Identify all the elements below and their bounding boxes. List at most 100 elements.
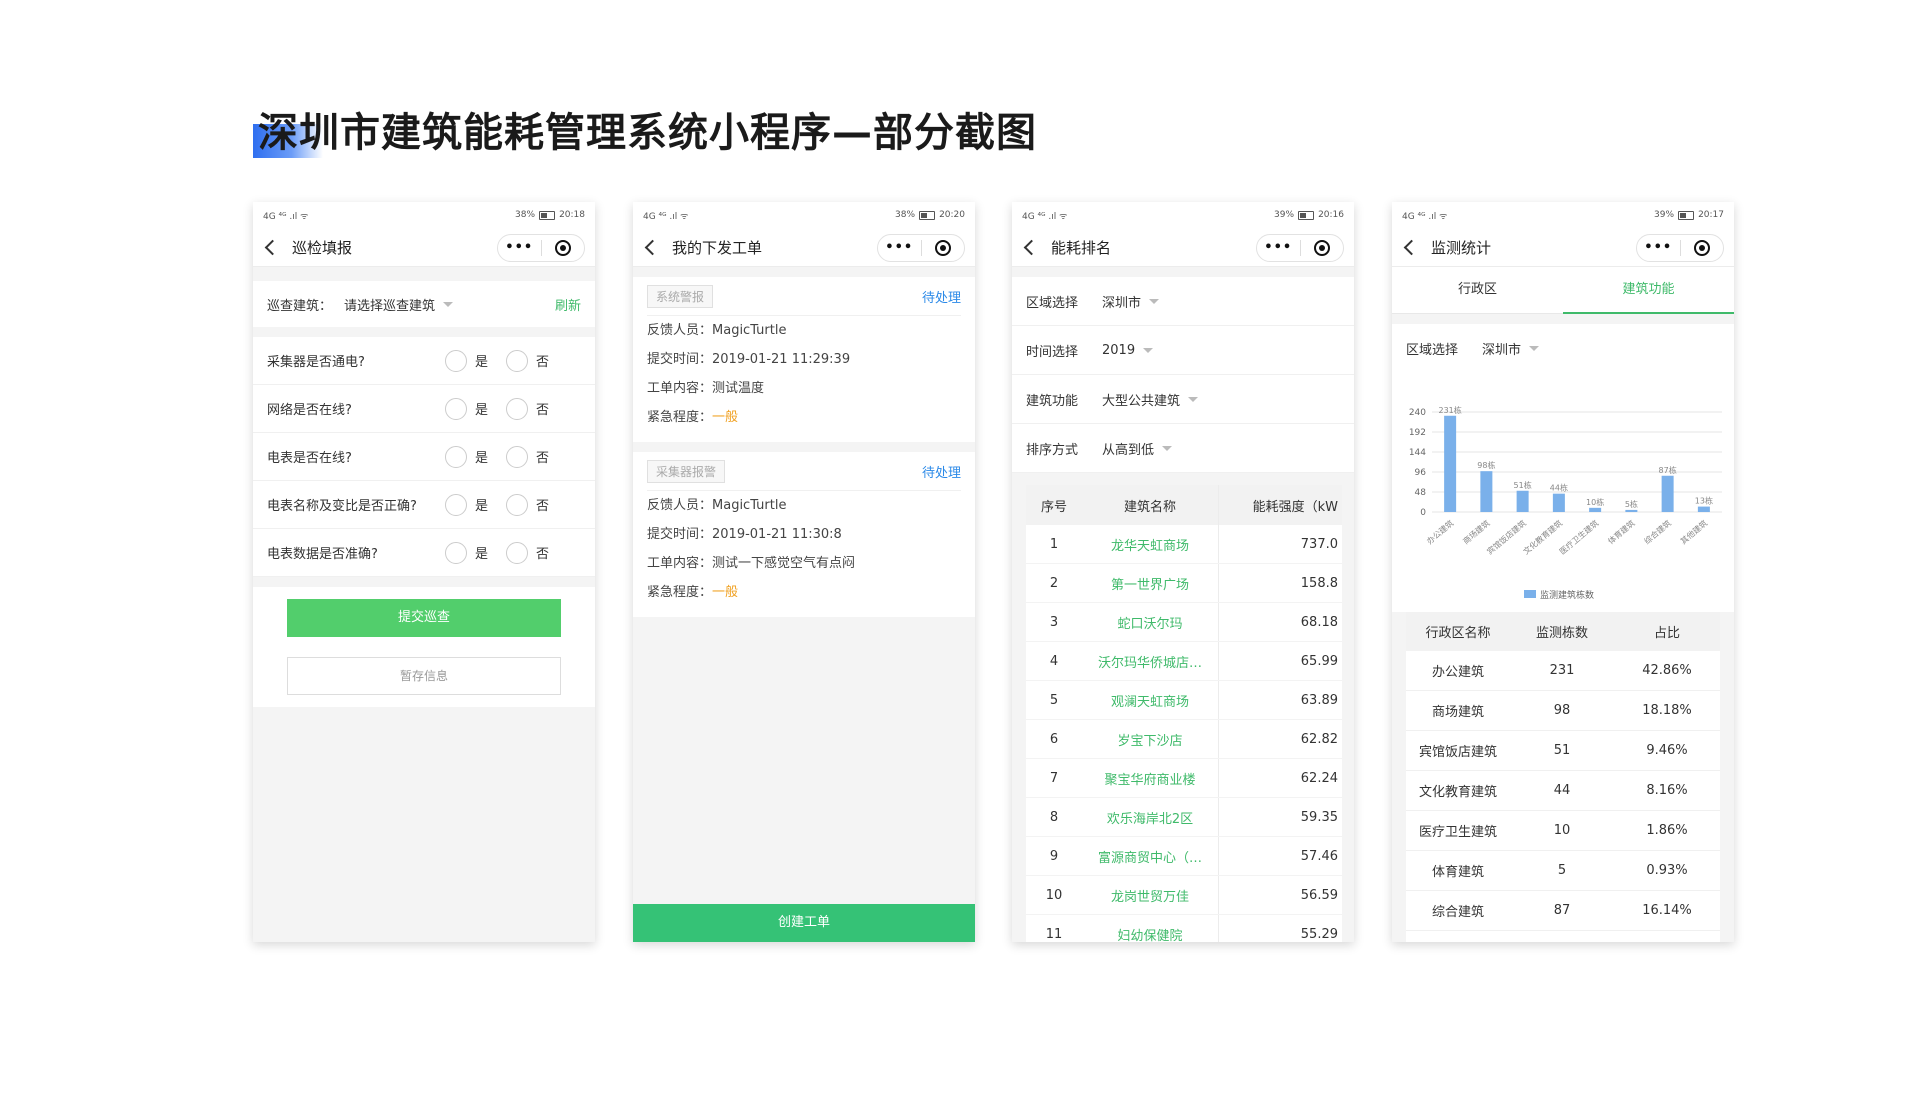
table-row[interactable]: 2 第一世界广场 158.8 bbox=[1026, 564, 1342, 603]
header-name: 行政区名称 bbox=[1425, 626, 1491, 641]
rank-idx: 8 bbox=[1049, 809, 1059, 825]
building-name-link[interactable]: 观澜天虹商场 bbox=[1082, 681, 1219, 719]
work-order-card[interactable]: 系统警报 待处理 反馈人员：MagicTurtle 提交时间：2019-01-21… bbox=[633, 277, 975, 442]
building-name-link[interactable]: 妇幼保健院 bbox=[1082, 915, 1219, 942]
no-label: 否 bbox=[535, 403, 549, 418]
percentage: 8.16% bbox=[1646, 783, 1688, 798]
chart-bar bbox=[1444, 415, 1457, 512]
table-row: 综合建筑 87 16.14% bbox=[1406, 891, 1720, 931]
more-icon[interactable]: ••• bbox=[878, 235, 921, 261]
building-name-link[interactable]: 蛇口沃尔玛 bbox=[1082, 603, 1219, 641]
order-reporter: 反馈人员：MagicTurtle bbox=[647, 491, 961, 520]
close-capsule-button[interactable] bbox=[922, 240, 965, 256]
table-row[interactable]: 6 岁宝下沙店 62.82 bbox=[1026, 720, 1342, 759]
header-name: 建筑名称 bbox=[1082, 485, 1219, 525]
function-name: 办公建筑 bbox=[1431, 665, 1484, 680]
submit-inspection-button[interactable]: 提交巡查 bbox=[287, 599, 561, 637]
more-icon[interactable]: ••• bbox=[498, 235, 541, 261]
order-type-tag: 系统警报 bbox=[647, 284, 714, 308]
radio-yes[interactable] bbox=[444, 397, 467, 420]
back-arrow-icon[interactable] bbox=[264, 239, 281, 255]
question-text: 电表数据是否准确? bbox=[267, 547, 378, 562]
table-row[interactable]: 8 欢乐海岸北2区 59.35 bbox=[1026, 798, 1342, 837]
radio-yes[interactable] bbox=[444, 541, 467, 564]
battery-icon bbox=[919, 210, 936, 220]
header-idx: 序号 bbox=[1040, 499, 1067, 515]
back-arrow-icon[interactable] bbox=[1403, 239, 1420, 255]
function-name: 商场建筑 bbox=[1431, 705, 1484, 720]
table-row[interactable]: 11 妇幼保健院 55.29 bbox=[1026, 915, 1342, 942]
radio-no[interactable] bbox=[505, 541, 528, 564]
close-capsule-button[interactable] bbox=[542, 240, 585, 256]
table-row[interactable]: 3 蛇口沃尔玛 68.18 bbox=[1026, 603, 1342, 642]
radio-no[interactable] bbox=[505, 445, 528, 468]
signal-icon: 4G ⁴ᴳ .ıl ᯤ bbox=[263, 211, 309, 222]
filter-time[interactable]: 时间选择 2019 bbox=[1012, 326, 1354, 375]
percentage: 0.93% bbox=[1646, 863, 1688, 878]
building-name-link[interactable]: 龙岗世贸万佳 bbox=[1082, 876, 1219, 914]
building-name-link[interactable]: 富源商贸中心（… bbox=[1082, 837, 1219, 875]
table-row[interactable]: 9 富源商贸中心（… 57.46 bbox=[1026, 837, 1342, 876]
radio-yes[interactable] bbox=[444, 445, 467, 468]
building-name-link[interactable]: 第一世界广场 bbox=[1082, 564, 1219, 602]
filter-label: 时间选择 bbox=[1026, 344, 1079, 360]
field-value: 2019-01-21 11:30:8 bbox=[712, 527, 842, 542]
field-label: 工单内容： bbox=[647, 556, 713, 571]
radio-yes[interactable] bbox=[444, 493, 467, 516]
status-time: 20:16 bbox=[1318, 210, 1344, 220]
energy-intensity: 57.46 bbox=[1300, 848, 1338, 864]
field-value: MagicTurtle bbox=[712, 323, 787, 338]
table-row[interactable]: 4 沃尔玛华侨城店… 65.99 bbox=[1026, 642, 1342, 681]
x-tick-label: 体育建筑 bbox=[1606, 518, 1637, 546]
battery-percent: 38% bbox=[515, 210, 536, 220]
building-name-link[interactable]: 聚宝华府商业楼 bbox=[1082, 759, 1219, 797]
radio-yes[interactable] bbox=[444, 349, 467, 372]
nav-bar: 能耗排名 ••• bbox=[1012, 228, 1354, 267]
question-row: 采集器是否通电? 是 否 bbox=[253, 337, 595, 385]
create-work-order-button[interactable]: 创建工单 bbox=[633, 904, 975, 942]
data-label: 231栋 bbox=[1438, 405, 1461, 415]
data-label: 10栋 bbox=[1586, 497, 1604, 507]
energy-intensity: 68.18 bbox=[1300, 614, 1338, 630]
question-text: 电表是否在线? bbox=[267, 451, 352, 466]
energy-intensity: 158.8 bbox=[1300, 575, 1338, 591]
battery-icon bbox=[1678, 210, 1695, 220]
x-tick-label: 综合建筑 bbox=[1642, 518, 1673, 546]
table-row[interactable]: 1 龙华天虹商场 737.0 bbox=[1026, 525, 1342, 564]
tab-building-function[interactable]: 建筑功能 bbox=[1563, 267, 1734, 314]
y-tick-label: 192 bbox=[1409, 428, 1426, 438]
filter-function[interactable]: 建筑功能 大型公共建筑 bbox=[1012, 375, 1354, 424]
building-name-link[interactable]: 欢乐海岸北2区 bbox=[1082, 798, 1219, 836]
filter-region[interactable]: 区域选择 深圳市 bbox=[1012, 277, 1354, 326]
more-icon[interactable]: ••• bbox=[1257, 235, 1300, 261]
radio-no[interactable] bbox=[505, 397, 528, 420]
table-row[interactable]: 7 聚宝华府商业楼 62.24 bbox=[1026, 759, 1342, 798]
work-order-card[interactable]: 采集器报警 待处理 反馈人员：MagicTurtle 提交时间：2019-01-2… bbox=[633, 452, 975, 617]
refresh-link[interactable]: 刷新 bbox=[555, 295, 581, 314]
building-name-link[interactable]: 龙华天虹商场 bbox=[1082, 525, 1219, 563]
radio-no[interactable] bbox=[505, 493, 528, 516]
building-name-link[interactable]: 岁宝下沙店 bbox=[1082, 720, 1219, 758]
order-content: 工单内容：测试一下感觉空气有点闷 bbox=[647, 549, 961, 578]
order-time: 提交时间：2019-01-21 11:29:39 bbox=[647, 345, 961, 374]
building-name-link[interactable]: 沃尔玛华侨城店… bbox=[1082, 642, 1219, 680]
building-select-row[interactable]: 巡查建筑： 请选择巡查建筑 刷新 bbox=[253, 281, 595, 327]
data-label: 5栋 bbox=[1625, 499, 1638, 509]
energy-intensity: 56.59 bbox=[1300, 887, 1338, 903]
close-capsule-button[interactable] bbox=[1301, 240, 1344, 256]
close-capsule-button[interactable] bbox=[1681, 240, 1724, 256]
filter-sort[interactable]: 排序方式 从高到低 bbox=[1012, 424, 1354, 473]
tab-district[interactable]: 行政区 bbox=[1392, 267, 1563, 313]
radio-no[interactable] bbox=[505, 349, 528, 372]
more-icon[interactable]: ••• bbox=[1637, 235, 1680, 261]
table-row[interactable]: 5 观澜天虹商场 63.89 bbox=[1026, 681, 1342, 720]
function-name: 宾馆饭店建筑 bbox=[1418, 745, 1497, 760]
table-row[interactable]: 10 龙岗世贸万佳 56.59 bbox=[1026, 876, 1342, 915]
data-label: 51栋 bbox=[1514, 480, 1532, 490]
filter-region[interactable]: 区域选择 深圳市 bbox=[1392, 324, 1734, 372]
back-arrow-icon[interactable] bbox=[644, 239, 661, 255]
save-draft-button[interactable]: 暂存信息 bbox=[287, 657, 561, 695]
field-value: 测试温度 bbox=[712, 381, 765, 396]
back-arrow-icon[interactable] bbox=[1023, 239, 1040, 255]
legend-label: 监测建筑栋数 bbox=[1540, 589, 1594, 601]
